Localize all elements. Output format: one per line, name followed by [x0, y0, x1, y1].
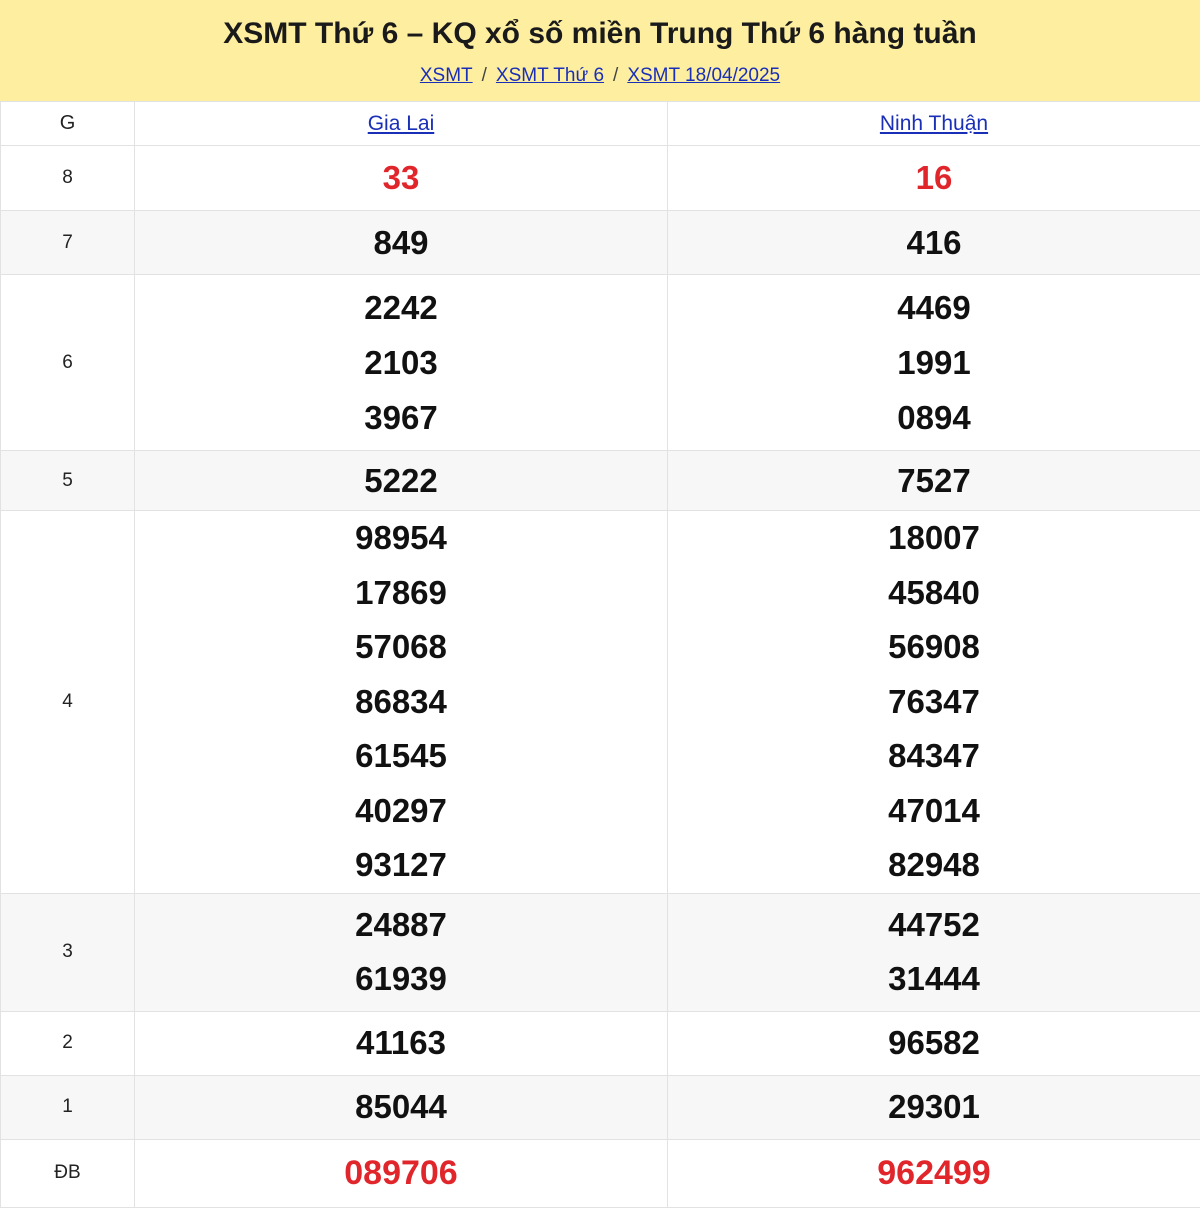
breadcrumb-link-xsmt[interactable]: XSMT — [420, 65, 473, 86]
results-table: G Gia Lai Ninh Thuận 8 33 16 7 849 416 6… — [0, 101, 1200, 1208]
breadcrumb-separator: / — [613, 65, 618, 86]
result-number: 85044 — [135, 1088, 667, 1126]
result-cell-gia-lai: 24887 61939 — [135, 893, 668, 1011]
prize-label: 6 — [1, 275, 135, 451]
page-title: XSMT Thứ 6 – KQ xổ số miền Trung Thứ 6 h… — [0, 14, 1200, 54]
result-cell-ninh-thuan: 416 — [668, 211, 1200, 275]
page-header: XSMT Thứ 6 – KQ xổ số miền Trung Thứ 6 h… — [0, 0, 1200, 101]
result-cell-gia-lai: 089706 — [135, 1139, 668, 1207]
result-cell-gia-lai: 85044 — [135, 1075, 668, 1139]
result-number: 7527 — [668, 462, 1200, 500]
prize-column-header: G — [1, 102, 135, 146]
result-number: 3967 — [135, 390, 667, 445]
result-cell-ninh-thuan: 29301 — [668, 1075, 1200, 1139]
table-row: 3 24887 61939 44752 31444 — [1, 893, 1200, 1011]
result-number: 089706 — [135, 1154, 667, 1193]
result-cell-gia-lai: 41163 — [135, 1011, 668, 1075]
result-number: 4469 — [668, 280, 1200, 335]
province-header-ninh-thuan: Ninh Thuận — [668, 102, 1200, 146]
result-number: 416 — [668, 224, 1200, 262]
result-number: 93127 — [135, 838, 667, 893]
prize-label: ĐB — [1, 1139, 135, 1207]
result-number: 2103 — [135, 335, 667, 390]
table-row: ĐB 089706 962499 — [1, 1139, 1200, 1207]
prize-label: 3 — [1, 893, 135, 1011]
province-header-gia-lai: Gia Lai — [135, 102, 668, 146]
result-number: 61545 — [135, 729, 667, 784]
result-number: 41163 — [135, 1024, 667, 1062]
table-row: 6 2242 2103 3967 4469 1991 0894 — [1, 275, 1200, 451]
result-number: 57068 — [135, 620, 667, 675]
result-number: 5222 — [135, 462, 667, 500]
result-number: 45840 — [668, 566, 1200, 621]
result-number: 76347 — [668, 675, 1200, 730]
result-number: 29301 — [668, 1088, 1200, 1126]
result-cell-ninh-thuan: 18007 45840 56908 76347 84347 47014 8294… — [668, 511, 1200, 894]
province-link-ninh-thuan[interactable]: Ninh Thuận — [880, 112, 988, 135]
result-number: 1991 — [668, 335, 1200, 390]
result-number: 56908 — [668, 620, 1200, 675]
result-cell-gia-lai: 5222 — [135, 451, 668, 511]
result-number: 16 — [668, 159, 1200, 197]
result-number: 86834 — [135, 675, 667, 730]
result-number: 0894 — [668, 390, 1200, 445]
result-cell-ninh-thuan: 44752 31444 — [668, 893, 1200, 1011]
breadcrumb-separator: / — [482, 65, 487, 86]
result-number: 24887 — [135, 898, 667, 952]
result-cell-gia-lai: 849 — [135, 211, 668, 275]
result-number: 31444 — [668, 952, 1200, 1006]
result-cell-ninh-thuan: 4469 1991 0894 — [668, 275, 1200, 451]
result-number: 98954 — [135, 511, 667, 566]
result-number: 2242 — [135, 280, 667, 335]
result-cell-ninh-thuan: 16 — [668, 146, 1200, 211]
table-row: 1 85044 29301 — [1, 1075, 1200, 1139]
result-number: 96582 — [668, 1024, 1200, 1062]
breadcrumb: XSMT / XSMT Thứ 6 / XSMT 18/04/2025 — [0, 64, 1200, 88]
result-number: 47014 — [668, 784, 1200, 839]
breadcrumb-link-xsmt-date[interactable]: XSMT 18/04/2025 — [627, 65, 780, 86]
table-row: 4 98954 17869 57068 86834 61545 40297 93… — [1, 511, 1200, 894]
table-row: 7 849 416 — [1, 211, 1200, 275]
result-cell-ninh-thuan: 7527 — [668, 451, 1200, 511]
result-cell-ninh-thuan: 96582 — [668, 1011, 1200, 1075]
prize-label: 5 — [1, 451, 135, 511]
prize-label: 7 — [1, 211, 135, 275]
result-cell-ninh-thuan: 962499 — [668, 1139, 1200, 1207]
prize-label: 4 — [1, 511, 135, 894]
result-cell-gia-lai: 33 — [135, 146, 668, 211]
result-number: 84347 — [668, 729, 1200, 784]
result-number: 33 — [135, 159, 667, 197]
prize-label: 8 — [1, 146, 135, 211]
result-number: 61939 — [135, 952, 667, 1006]
result-number: 44752 — [668, 898, 1200, 952]
table-row: 2 41163 96582 — [1, 1011, 1200, 1075]
result-cell-gia-lai: 2242 2103 3967 — [135, 275, 668, 451]
table-header-row: G Gia Lai Ninh Thuận — [1, 102, 1200, 146]
breadcrumb-link-xsmt-thu6[interactable]: XSMT Thứ 6 — [496, 65, 604, 86]
table-row: 5 5222 7527 — [1, 451, 1200, 511]
prize-label: 2 — [1, 1011, 135, 1075]
result-number: 962499 — [668, 1154, 1200, 1193]
result-number: 18007 — [668, 511, 1200, 566]
province-link-gia-lai[interactable]: Gia Lai — [368, 112, 435, 135]
result-number: 849 — [135, 224, 667, 262]
result-cell-gia-lai: 98954 17869 57068 86834 61545 40297 9312… — [135, 511, 668, 894]
result-number: 17869 — [135, 566, 667, 621]
result-number: 82948 — [668, 838, 1200, 893]
prize-label: 1 — [1, 1075, 135, 1139]
table-row: 8 33 16 — [1, 146, 1200, 211]
result-number: 40297 — [135, 784, 667, 839]
